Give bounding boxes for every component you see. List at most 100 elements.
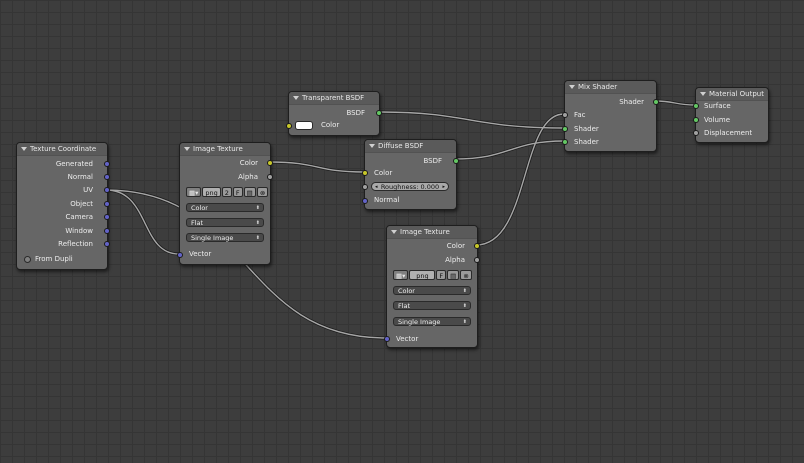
socket-shader-2-in[interactable] xyxy=(562,139,568,145)
unlink-icon[interactable]: ⊗ xyxy=(460,270,472,280)
node-title: Transparent BSDF xyxy=(302,94,365,102)
socket-uv[interactable] xyxy=(104,187,110,193)
input-volume-label: Volume xyxy=(704,116,731,124)
socket-shader-1-in[interactable] xyxy=(562,126,568,132)
input-shader-1-label: Shader xyxy=(574,125,599,133)
socket-color-out[interactable] xyxy=(474,243,480,249)
from-dupli-label: From Dupli xyxy=(35,255,73,263)
diffuse-bsdf-node[interactable]: Diffuse BSDF BSDF Color ◂ Roughness: 0.00… xyxy=(362,139,459,210)
image-browse-icon[interactable]: ▦▾ xyxy=(393,270,409,280)
socket-window[interactable] xyxy=(104,228,110,234)
output-normal-label: Normal xyxy=(67,173,93,181)
open-folder-icon[interactable]: ▤ xyxy=(243,187,256,197)
input-displacement-label: Displacement xyxy=(704,129,753,137)
socket-bsdf-out[interactable] xyxy=(376,110,382,116)
image-browse-icon[interactable]: ▦▾ xyxy=(186,187,202,197)
socket-vector-in[interactable] xyxy=(177,252,183,258)
chevron-updown-icon: ⬍ xyxy=(462,303,467,309)
socket-generated[interactable] xyxy=(104,161,110,167)
increment-arrow-icon[interactable]: ▸ xyxy=(442,183,445,192)
socket-surface-in[interactable] xyxy=(693,103,699,109)
chevron-updown-icon: ⬍ xyxy=(255,205,260,211)
input-vector-label: Vector xyxy=(396,335,419,343)
projection-dropdown[interactable]: Flat ⬍ xyxy=(186,218,264,227)
socket-alpha-out[interactable] xyxy=(474,257,480,263)
socket-alpha-out[interactable] xyxy=(267,174,273,180)
link-uv-to-image1-vector xyxy=(105,189,180,255)
collapse-triangle-icon[interactable] xyxy=(293,96,299,100)
image-name-field[interactable]: png xyxy=(202,187,221,197)
image-browse-row: ▦▾ png 2 F ▤ ⊗ xyxy=(186,187,269,197)
collapse-triangle-icon[interactable] xyxy=(21,147,27,151)
from-dupli-checkbox[interactable] xyxy=(24,256,31,263)
dropdown-value: Color xyxy=(398,287,415,295)
node-header[interactable]: Transparent BSDF xyxy=(289,92,379,105)
output-generated-label: Generated xyxy=(55,160,93,168)
socket-reflection[interactable] xyxy=(104,241,110,247)
transparent-bsdf-node[interactable]: Transparent BSDF BSDF Color xyxy=(286,91,382,136)
socket-normal-in[interactable] xyxy=(362,198,368,204)
output-window-label: Window xyxy=(65,227,93,235)
output-color-label: Color xyxy=(239,159,258,167)
socket-fac-in[interactable] xyxy=(562,112,568,118)
socket-object[interactable] xyxy=(104,201,110,207)
material-output-node[interactable]: Material Output Surface Volume Displacem… xyxy=(693,87,769,143)
image-texture-node-1[interactable]: Image Texture Color Alpha ▦▾ png 2 F ▤ ⊗… xyxy=(177,142,273,265)
node-header[interactable]: Mix Shader xyxy=(565,81,656,94)
output-object-label: Object xyxy=(70,200,93,208)
link-mix-to-surface xyxy=(654,100,696,106)
output-bsdf-label: BSDF xyxy=(423,157,442,165)
image-browse-row: ▦▾ png F ▤ ⊗ xyxy=(393,270,472,280)
source-dropdown[interactable]: Single Image ⬍ xyxy=(393,317,471,326)
image-texture-node-2[interactable]: Image Texture Color Alpha ▦▾ png F ▤ ⊗ C… xyxy=(384,225,480,348)
node-header[interactable]: Image Texture xyxy=(387,226,477,239)
image-users-count[interactable]: 2 xyxy=(221,187,232,197)
texture-coordinate-node[interactable]: Texture Coordinate Generated Normal UV O… xyxy=(16,142,110,270)
output-color-label: Color xyxy=(446,242,465,250)
roughness-slider[interactable]: ◂ Roughness: 0.000 ▸ xyxy=(371,182,449,191)
fake-user-button[interactable]: F xyxy=(436,270,447,280)
chevron-updown-icon: ⬍ xyxy=(255,235,260,241)
output-camera-label: Camera xyxy=(65,213,93,221)
color-space-dropdown[interactable]: Color ⬍ xyxy=(393,286,471,295)
socket-shader-out[interactable] xyxy=(653,99,659,105)
fake-user-button[interactable]: F xyxy=(232,187,243,197)
socket-color-out[interactable] xyxy=(267,160,273,166)
chevron-updown-icon: ⬍ xyxy=(462,319,467,325)
collapse-triangle-icon[interactable] xyxy=(569,85,575,89)
input-shader-2-label: Shader xyxy=(574,138,599,146)
color-swatch[interactable] xyxy=(295,121,313,130)
link-transparent-to-mix xyxy=(377,111,565,129)
socket-camera[interactable] xyxy=(104,214,110,220)
unlink-icon[interactable]: ⊗ xyxy=(256,187,269,197)
mix-shader-node[interactable]: Mix Shader Shader Fac Shader Shader xyxy=(562,80,659,152)
collapse-triangle-icon[interactable] xyxy=(369,144,375,148)
socket-roughness-in[interactable] xyxy=(362,184,368,190)
socket-color-in[interactable] xyxy=(286,123,292,129)
output-reflection-label: Reflection xyxy=(58,240,93,248)
node-header[interactable]: Image Texture xyxy=(180,143,270,156)
node-title: Image Texture xyxy=(400,228,450,236)
output-alpha-label: Alpha xyxy=(445,256,465,264)
socket-bsdf-out[interactable] xyxy=(453,158,459,164)
decrement-arrow-icon[interactable]: ◂ xyxy=(375,183,378,192)
collapse-triangle-icon[interactable] xyxy=(184,147,190,151)
open-folder-icon[interactable]: ▤ xyxy=(447,270,460,280)
socket-color-in[interactable] xyxy=(362,170,368,176)
node-header[interactable]: Texture Coordinate xyxy=(17,143,107,156)
projection-dropdown[interactable]: Flat ⬍ xyxy=(393,301,471,310)
collapse-triangle-icon[interactable] xyxy=(700,92,706,96)
node-header[interactable]: Diffuse BSDF xyxy=(365,140,456,153)
socket-vector-in[interactable] xyxy=(384,336,390,342)
output-alpha-label: Alpha xyxy=(238,173,258,181)
source-dropdown[interactable]: Single Image ⬍ xyxy=(186,233,264,242)
output-shader-label: Shader xyxy=(619,98,644,106)
socket-normal[interactable] xyxy=(104,174,110,180)
node-header[interactable]: Material Output xyxy=(696,88,768,101)
input-color-label: Color xyxy=(374,169,393,177)
color-space-dropdown[interactable]: Color ⬍ xyxy=(186,203,264,212)
image-name-field[interactable]: png xyxy=(409,270,436,280)
socket-displacement-in[interactable] xyxy=(693,130,699,136)
socket-volume-in[interactable] xyxy=(693,117,699,123)
collapse-triangle-icon[interactable] xyxy=(391,230,397,234)
